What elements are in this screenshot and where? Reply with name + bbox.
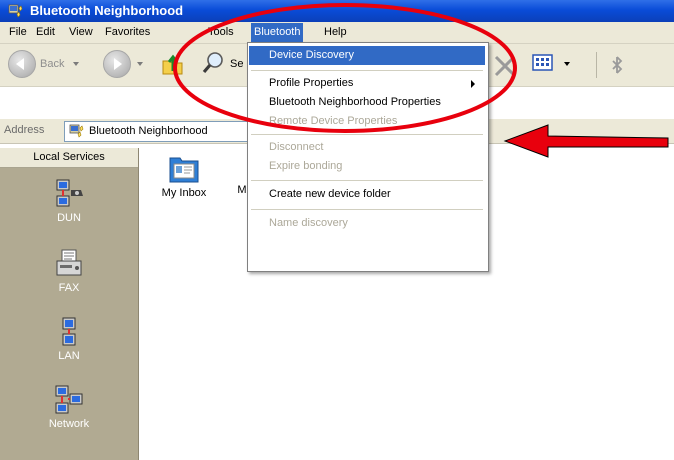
menu-item-remote-device-properties: Remote Device Properties bbox=[249, 112, 485, 131]
explorer-window: Bluetooth Neighborhood File Edit View Fa… bbox=[0, 0, 674, 460]
address-field[interactable]: Bluetooth Neighborhood bbox=[64, 121, 256, 142]
menu-item-disconnect-label: Disconnect bbox=[269, 141, 324, 153]
up-folder-icon[interactable] bbox=[160, 52, 186, 78]
menu-tools[interactable]: Tools bbox=[205, 25, 237, 41]
menu-bar: File Edit View Favorites Tools Bluetooth… bbox=[0, 22, 674, 44]
service-fax-label: FAX bbox=[58, 282, 80, 294]
submenu-arrow-icon bbox=[471, 80, 475, 88]
search-label: Se bbox=[230, 58, 244, 70]
title-bar[interactable]: Bluetooth Neighborhood bbox=[0, 0, 674, 22]
menu-item-create-device-folder[interactable]: Create new device folder bbox=[249, 185, 485, 204]
service-lan-label: LAN bbox=[58, 350, 80, 362]
bluetooth-tool-icon[interactable] bbox=[606, 54, 628, 76]
my-inbox-label: My Inbox bbox=[161, 187, 207, 199]
menu-item-device-discovery-label: Device Discovery bbox=[269, 49, 354, 61]
menu-item-neighborhood-properties-label: Bluetooth Neighborhood Properties bbox=[269, 96, 441, 108]
service-lan[interactable]: LAN bbox=[0, 316, 138, 362]
forward-dropdown-icon bbox=[137, 62, 143, 66]
bluetooth-neighborhood-icon bbox=[69, 124, 84, 138]
menu-item-create-device-folder-label: Create new device folder bbox=[269, 188, 391, 200]
menu-item-neighborhood-properties[interactable]: Bluetooth Neighborhood Properties bbox=[249, 93, 485, 112]
local-services-header: Local Services bbox=[0, 148, 138, 168]
fax-icon bbox=[56, 249, 82, 276]
bluetooth-neighborhood-icon bbox=[8, 4, 23, 18]
delete-x-icon[interactable] bbox=[493, 54, 517, 78]
menu-item-expire-bonding-label: Expire bonding bbox=[269, 160, 343, 172]
network-icon bbox=[55, 385, 83, 414]
menu-item-expire-bonding: Expire bonding bbox=[249, 157, 485, 176]
menu-item-name-discovery: Name discovery bbox=[249, 214, 485, 233]
lan-icon bbox=[62, 317, 76, 346]
service-fax[interactable]: FAX bbox=[0, 248, 138, 294]
search-icon bbox=[202, 52, 223, 74]
views-icon bbox=[532, 54, 553, 71]
menu-item-remote-device-properties-label: Remote Device Properties bbox=[269, 115, 398, 127]
menu-separator bbox=[251, 134, 483, 135]
service-network[interactable]: Network bbox=[0, 384, 138, 430]
menu-separator bbox=[251, 180, 483, 181]
my-inbox-item[interactable]: My Inbox bbox=[154, 154, 214, 199]
window-title: Bluetooth Neighborhood bbox=[30, 3, 184, 18]
menu-file[interactable]: File bbox=[6, 25, 30, 41]
bluetooth-menu-dropdown: Device Discovery Profile Properties Blue… bbox=[247, 42, 489, 272]
back-arrow-icon bbox=[8, 50, 36, 78]
local-services-pane: Local Services DUN FAX LAN Network bbox=[0, 148, 139, 460]
service-dun-label: DUN bbox=[57, 212, 81, 224]
toolbar-divider bbox=[596, 52, 597, 78]
search-button[interactable]: Se bbox=[200, 50, 248, 80]
menu-bluetooth[interactable]: Bluetooth bbox=[251, 23, 304, 42]
address-label: Address bbox=[4, 124, 45, 136]
menu-edit[interactable]: Edit bbox=[33, 25, 58, 41]
back-dropdown-icon bbox=[73, 62, 79, 66]
menu-separator bbox=[251, 70, 483, 71]
menu-item-name-discovery-label: Name discovery bbox=[269, 217, 348, 229]
menu-help[interactable]: Help bbox=[321, 25, 350, 41]
menu-item-disconnect: Disconnect bbox=[249, 138, 485, 157]
service-network-label: Network bbox=[48, 418, 90, 430]
card-inbox-icon bbox=[169, 157, 199, 183]
service-dun[interactable]: DUN bbox=[0, 178, 138, 224]
menu-view[interactable]: View bbox=[66, 25, 96, 41]
back-label: Back bbox=[40, 58, 65, 70]
menu-separator bbox=[251, 209, 483, 210]
menu-favorites[interactable]: Favorites bbox=[102, 25, 153, 41]
forward-button[interactable] bbox=[103, 50, 147, 80]
back-button[interactable]: Back bbox=[8, 50, 88, 80]
menu-item-profile-properties-label: Profile Properties bbox=[269, 77, 354, 89]
menu-item-profile-properties[interactable]: Profile Properties bbox=[249, 74, 485, 93]
views-button[interactable] bbox=[530, 50, 578, 80]
menu-item-device-discovery[interactable]: Device Discovery bbox=[249, 46, 485, 65]
dun-icon bbox=[56, 179, 83, 207]
forward-arrow-icon bbox=[103, 50, 131, 78]
views-dropdown-icon bbox=[564, 62, 570, 66]
address-value: Bluetooth Neighborhood bbox=[89, 125, 208, 137]
